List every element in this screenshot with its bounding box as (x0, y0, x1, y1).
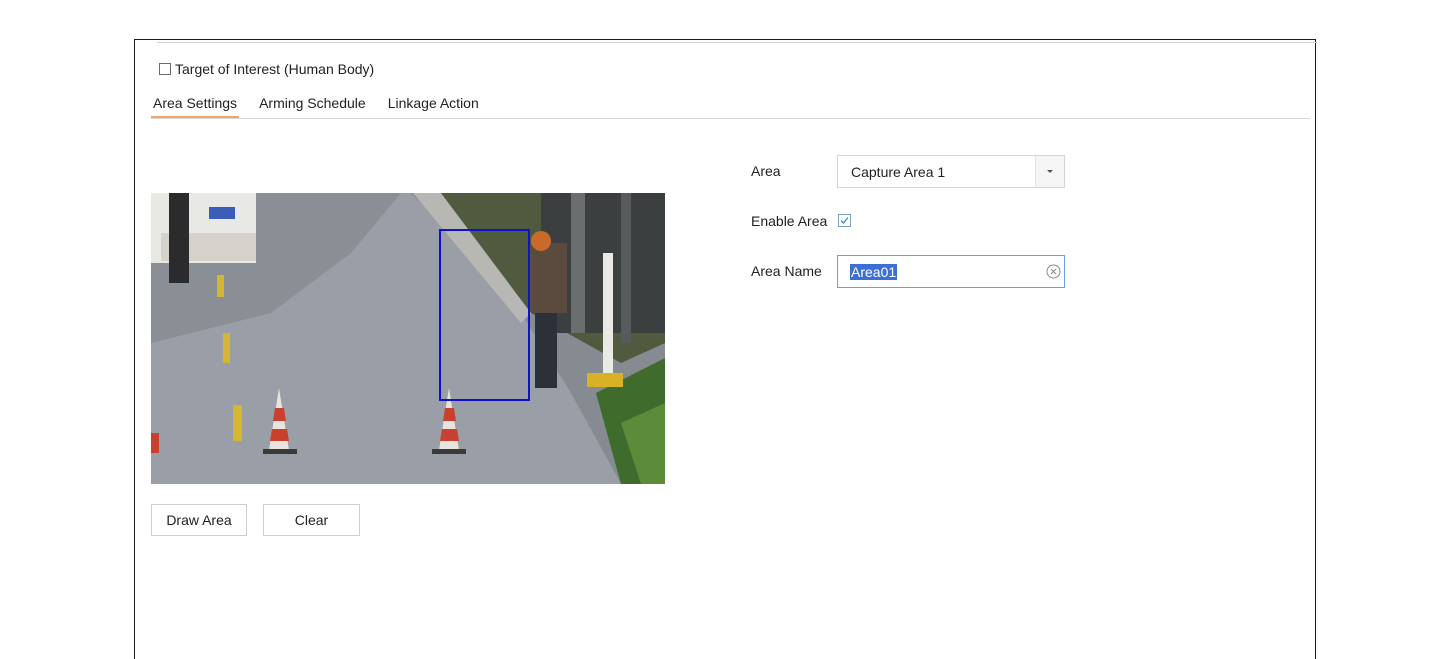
tab-linkage-action[interactable]: Linkage Action (386, 92, 481, 116)
clear-button[interactable]: Clear (263, 504, 360, 536)
area-select-value: Capture Area 1 (851, 163, 946, 180)
checkmark-icon (840, 217, 849, 224)
camera-preview[interactable] (151, 193, 665, 484)
target-of-interest-label: Target of Interest (Human Body) (175, 61, 375, 77)
clear-circle-icon[interactable] (1046, 264, 1061, 279)
chevron-down-icon[interactable] (1035, 156, 1064, 187)
draw-area-button[interactable]: Draw Area (151, 504, 247, 536)
area-name-label: Area Name (751, 263, 822, 279)
tab-divider (151, 118, 1310, 119)
area-select[interactable]: Capture Area 1 (837, 155, 1065, 188)
area-name-value: Area01 (850, 263, 898, 280)
tab-arming-schedule[interactable]: Arming Schedule (257, 92, 368, 116)
area-label: Area (751, 163, 781, 179)
camera-preview-image (151, 193, 665, 484)
tab-area-settings[interactable]: Area Settings (151, 92, 240, 118)
area-name-input[interactable]: Area01 (837, 255, 1065, 288)
top-divider (157, 42, 1317, 43)
target-of-interest-checkbox[interactable] (159, 63, 171, 75)
enable-area-checkbox[interactable] (838, 214, 851, 227)
enable-area-label: Enable Area (751, 213, 828, 229)
target-of-interest-row[interactable]: Target of Interest (Human Body) (159, 60, 374, 78)
tab-bar: Area Settings Arming Schedule Linkage Ac… (151, 92, 499, 119)
